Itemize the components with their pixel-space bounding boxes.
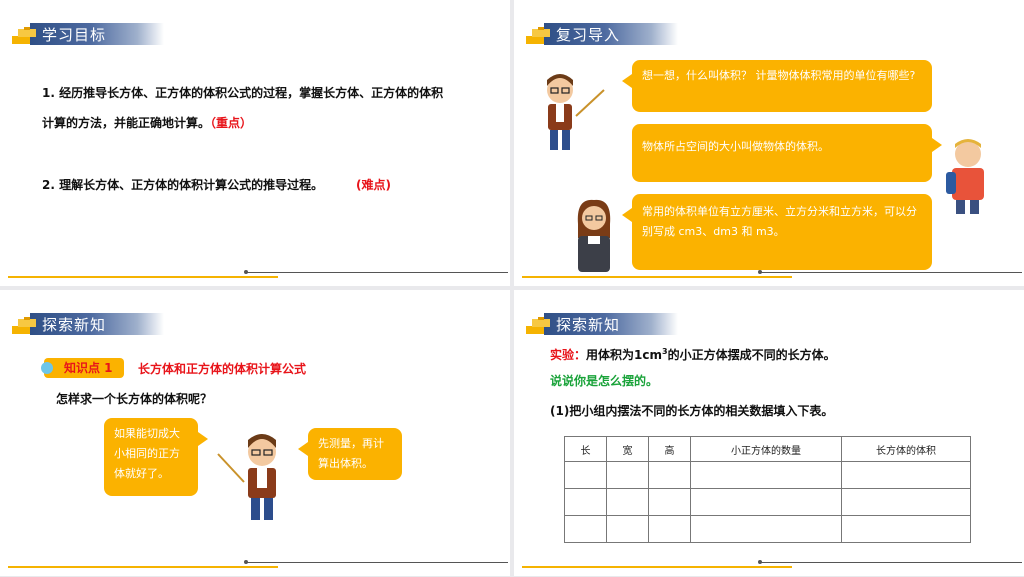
experiment-label: 实验： xyxy=(550,348,587,362)
slide-footer xyxy=(0,270,510,280)
table-cell[interactable] xyxy=(606,515,649,543)
task-instruction: (1)把小组内摆法不同的长方体的相关数据填入下表。 xyxy=(550,404,834,418)
table-header-cell: 长方体的体积 xyxy=(841,436,971,462)
idea-bubble: 如果能切成大小相同的正方体就好了。 xyxy=(104,418,208,496)
book-stack-icon xyxy=(526,317,550,334)
question-text: 怎样求一个长方体的体积呢？ xyxy=(56,392,213,406)
slide-title: 探索新知 xyxy=(42,316,107,334)
table-cell[interactable] xyxy=(606,488,649,516)
slide-explore-1: 探索新知 知识点 1 长方体和正方体的体积计算公式 怎样求一个长方体的体积呢？ … xyxy=(0,290,510,576)
goal-1-continued: 计算的方法，并能正确地计算。（重点） xyxy=(42,114,252,131)
book-stack-icon xyxy=(526,27,550,44)
slide-header: 探索新知 xyxy=(12,312,164,336)
slide-footer xyxy=(514,270,1024,280)
slide-header: 复习导入 xyxy=(526,22,678,46)
table-cell[interactable] xyxy=(841,515,971,543)
slide-learning-goals: 学习目标 1. 经历推导长方体、正方体的体积公式的过程，掌握长方体、正方体的体积… xyxy=(0,0,510,286)
table-cell[interactable] xyxy=(690,461,842,489)
table-header-row: 长 宽 高 小正方体的数量 长方体的体积 xyxy=(564,436,971,462)
badge-label: 知识点 1 xyxy=(64,361,113,375)
difficulty-tag: (难点) xyxy=(356,178,391,192)
goal-2-text: 2. 理解长方体、正方体的体积计算公式的推导过程。 xyxy=(42,178,324,192)
slide-title: 探索新知 xyxy=(556,316,621,334)
slide-review: 复习导入 想一想，什么叫体积？ 计量物体体积常用的单位有哪些? 物体所占空间的大… xyxy=(514,0,1024,286)
table-cell[interactable] xyxy=(564,488,607,516)
table-cell[interactable] xyxy=(564,515,607,543)
table-row xyxy=(564,461,971,489)
table-cell[interactable] xyxy=(841,461,971,489)
data-table: 长 宽 高 小正方体的数量 长方体的体积 xyxy=(564,436,971,543)
key-point-tag: （重点） xyxy=(210,116,253,130)
teacher-female-illustration xyxy=(577,199,611,272)
slide-title: 学习目标 xyxy=(42,26,107,44)
slide-footer xyxy=(514,560,1024,570)
goal-1-cont-text: 计算的方法，并能正确地计算。 xyxy=(42,116,211,130)
topic-title: 长方体和正方体的体积计算公式 xyxy=(138,362,307,376)
table-cell[interactable] xyxy=(841,488,971,516)
slide-explore-2: 探索新知 实验：用体积为1cm3的小正方体摆成不同的长方体。 说说你是怎么摆的。… xyxy=(514,290,1024,576)
table-header-cell: 宽 xyxy=(606,436,649,462)
table-cell[interactable] xyxy=(690,515,842,543)
table-cell[interactable] xyxy=(564,461,607,489)
discuss-prompt: 说说你是怎么摆的。 xyxy=(550,374,659,388)
slide-title: 复习导入 xyxy=(556,26,621,44)
table-row xyxy=(564,515,971,543)
measure-bubble: 先测量，再计算出体积。 xyxy=(298,428,402,480)
experiment-line: 实验：用体积为1cm3的小正方体摆成不同的长方体。 xyxy=(550,346,836,363)
bullet-dot-icon xyxy=(41,362,53,374)
answer-bubble: 物体所占空间的大小叫做物体的体积。 xyxy=(632,124,942,182)
table-row xyxy=(564,488,971,516)
teacher-male-illustration xyxy=(217,434,276,520)
slide-header: 学习目标 xyxy=(12,22,164,46)
knowledge-point-badge: 知识点 1 xyxy=(41,358,124,378)
table-cell[interactable] xyxy=(648,515,691,543)
student-boy-illustration xyxy=(946,139,984,214)
question-bubble: 想一想，什么叫体积？ 计量物体体积常用的单位有哪些? xyxy=(622,60,932,112)
table-cell[interactable] xyxy=(606,461,649,489)
table-cell[interactable] xyxy=(648,488,691,516)
table-header-cell: 长 xyxy=(564,436,607,462)
table-cell[interactable] xyxy=(648,461,691,489)
units-bubble: 常用的体积单位有立方厘米、立方分米和立方米，可以分别写成 cm3、dm3 和 m… xyxy=(622,194,932,270)
table-header-cell: 高 xyxy=(648,436,691,462)
table-header-cell: 小正方体的数量 xyxy=(690,436,842,462)
teacher-male-illustration xyxy=(547,74,605,150)
slide-header: 探索新知 xyxy=(526,312,678,336)
table-cell[interactable] xyxy=(690,488,842,516)
book-stack-icon xyxy=(12,317,36,334)
slide-footer xyxy=(0,560,510,570)
book-stack-icon xyxy=(12,27,36,44)
goal-1-text: 1. 经历推导长方体、正方体的体积公式的过程，掌握长方体、正方体的体积 xyxy=(42,86,444,100)
experiment-text-b: 的小正方体摆成不同的长方体。 xyxy=(667,348,836,362)
experiment-text-a: 用体积为1cm xyxy=(586,348,662,362)
